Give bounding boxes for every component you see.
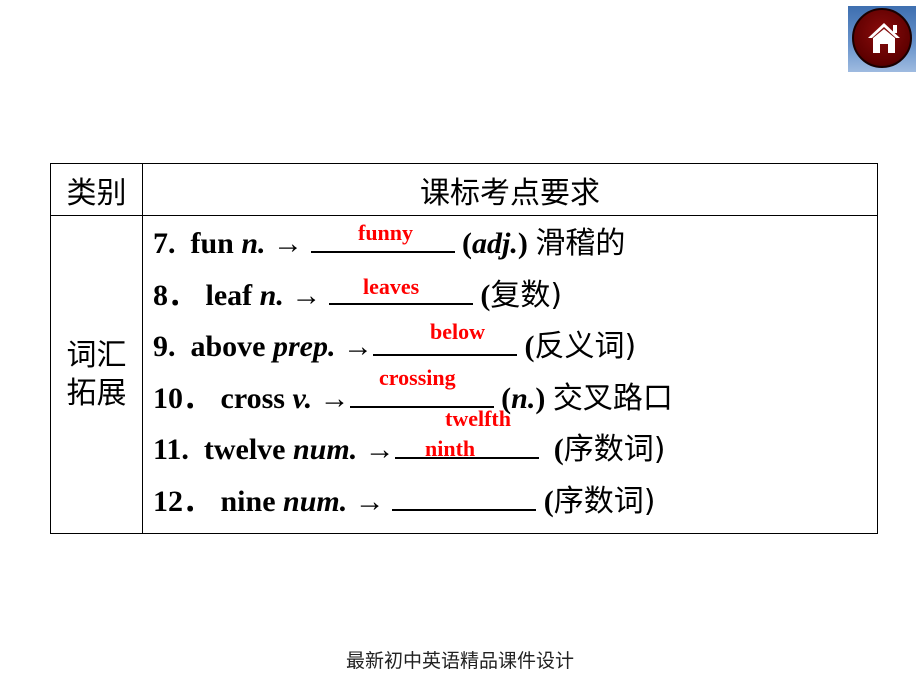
- answer-text: ninth: [425, 435, 476, 461]
- answer-text: below: [430, 319, 485, 344]
- item-pos: num.: [292, 433, 358, 466]
- item-word: nine: [220, 484, 276, 518]
- item-word: leaf: [205, 278, 253, 312]
- item-number: 11.: [153, 433, 189, 466]
- item-pos: n.: [241, 227, 266, 260]
- item-number: 12．: [153, 484, 213, 518]
- item-number: 8．: [153, 278, 198, 312]
- answer-text: leaves: [363, 273, 420, 299]
- item-number: 10．: [153, 381, 213, 415]
- arrow: →: [291, 278, 322, 312]
- note-pos: adj.: [472, 227, 518, 260]
- note-chinese: 序数词): [563, 432, 666, 467]
- paren: ): [517, 227, 528, 260]
- item-word: above: [190, 330, 266, 363]
- arrow: →: [343, 330, 373, 363]
- item-pos: prep.: [273, 330, 336, 363]
- note-chinese: 交叉路口: [552, 380, 673, 416]
- vocab-table: 类别 课标考点要求 词汇 拓展 7. fun n. → funny (adj.)…: [50, 163, 878, 534]
- item-word: fun: [190, 227, 234, 260]
- list-item: 7. fun n. → funny (adj.) 滑稽的: [153, 218, 877, 270]
- note-chinese: 反义词): [534, 329, 637, 364]
- list-item: 11. twelve num. → twelfth (序数词): [153, 408, 877, 476]
- table-body-row: 词汇 拓展 7. fun n. → funny (adj.) 滑稽的 8． le…: [50, 215, 878, 534]
- paren: (: [553, 433, 564, 466]
- note-chinese: 复数): [490, 277, 563, 313]
- home-circle: [852, 8, 912, 68]
- category-label-1: 词汇: [66, 337, 127, 373]
- item-pos: n.: [259, 278, 284, 312]
- home-button[interactable]: [848, 6, 916, 72]
- requirements-cell: 7. fun n. → funny (adj.) 滑稽的 8． leaf n. …: [142, 215, 878, 534]
- arrow: →: [273, 227, 304, 260]
- paren: (: [462, 227, 473, 260]
- arrow: →: [364, 433, 395, 466]
- list-item: 9. above prep. → below (反义词): [153, 321, 877, 373]
- home-icon: [868, 23, 900, 53]
- arrow: →: [319, 381, 350, 415]
- header-requirement: 课标考点要求: [142, 163, 878, 216]
- header-category: 类别: [50, 163, 143, 216]
- paren: ): [535, 381, 546, 415]
- answer-blank: [392, 487, 537, 511]
- note-pos: n.: [511, 381, 536, 415]
- item-number: 7.: [153, 227, 176, 260]
- item-number: 9.: [153, 330, 176, 363]
- footer-text: 最新初中英语精品课件设计: [345, 650, 574, 672]
- item-word: cross: [220, 381, 285, 415]
- answer-text: crossing: [379, 364, 456, 390]
- item-pos: v.: [292, 381, 313, 415]
- answer-text: twelfth: [445, 406, 511, 431]
- item-word: twelve: [203, 433, 286, 466]
- list-item: 12． nine num. → ninth (序数词): [153, 437, 877, 528]
- note-chinese: 序数词): [553, 483, 656, 519]
- list-item: 8． leaf n. → leaves (复数): [153, 270, 877, 322]
- note-chinese: 滑稽的: [535, 226, 626, 261]
- paren: (: [524, 330, 535, 363]
- paren: (: [480, 278, 491, 312]
- category-cell: 词汇 拓展: [50, 215, 143, 534]
- paren: (: [543, 484, 554, 518]
- item-pos: num.: [283, 484, 348, 518]
- table-header-row: 类别 课标考点要求: [50, 163, 878, 216]
- list-item: 10． cross v. → crossing (n.) 交叉路口: [153, 366, 877, 425]
- arrow: →: [354, 484, 385, 518]
- category-label-2: 拓展: [66, 375, 127, 411]
- answer-text: funny: [358, 220, 414, 245]
